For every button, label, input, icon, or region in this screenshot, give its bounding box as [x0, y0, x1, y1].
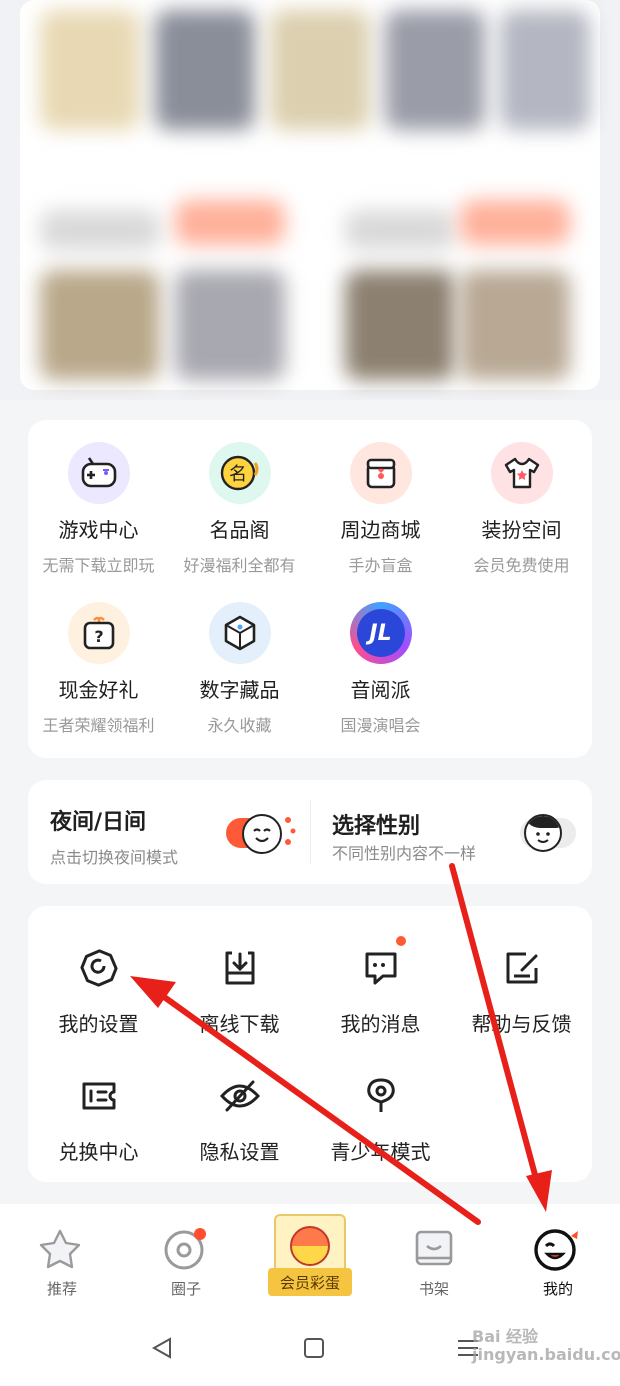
service-title: 周边商城 — [340, 518, 421, 542]
nav-circle[interactable]: 圈子 — [124, 1204, 248, 1314]
gift-box-icon — [349, 442, 412, 504]
mystery-box-icon: ? — [67, 602, 130, 664]
baidu-watermark: Bai 经验 jingyan.baidu.com — [472, 1327, 620, 1364]
service-subtitle: 会员免费使用 — [473, 556, 570, 575]
tool-title: 帮助与反馈 — [471, 1012, 572, 1036]
nav-label: 书架 — [418, 1280, 449, 1298]
svg-text:名: 名 — [229, 464, 247, 485]
service-digital-collection[interactable]: 数字藏品 永久收藏 — [169, 580, 310, 740]
night-mode-subtitle: 点击切换夜间模式 — [50, 848, 179, 867]
night-mode-toggle[interactable]: 夜间/日间 点击切换夜间模式 — [28, 780, 310, 884]
nav-label: 推荐 — [46, 1280, 77, 1298]
privacy-eye-icon — [219, 1080, 260, 1112]
nav-label: 会员彩蛋 — [279, 1274, 340, 1292]
service-subtitle: 国漫演唱会 — [340, 716, 421, 735]
service-subtitle: 手办盲盒 — [348, 556, 413, 575]
service-title: 数字藏品 — [199, 678, 280, 702]
gender-select[interactable]: 选择性别 不同性别内容不一样 — [310, 780, 592, 884]
nav-bookshelf[interactable]: 书架 — [372, 1204, 496, 1314]
nav-member-egg[interactable]: 会员彩蛋 — [248, 1204, 372, 1314]
settings-icon — [79, 949, 118, 987]
nav-mine[interactable]: 我的 — [496, 1204, 620, 1314]
boy-face-icon — [524, 814, 562, 852]
service-subtitle: 好漫福利全都有 — [183, 556, 296, 575]
game-controller-icon — [67, 442, 130, 504]
tool-title: 隐私设置 — [199, 1140, 280, 1164]
service-subtitle: 无需下载立即玩 — [42, 556, 155, 575]
youth-mode-icon — [366, 1078, 395, 1112]
service-title: 游戏中心 — [58, 518, 139, 542]
service-subtitle: 王者荣耀领福利 — [42, 716, 155, 735]
service-title: 装扮空间 — [481, 518, 562, 542]
star-icon — [39, 1229, 81, 1269]
music-party-icon: JL — [349, 602, 412, 664]
tool-help-feedback[interactable]: 帮助与反馈 — [451, 918, 592, 1046]
tool-title: 离线下载 — [199, 1012, 280, 1036]
nav-label: 圈子 — [170, 1280, 201, 1298]
bottom-navigation: 推荐 圈子 会员彩蛋 书架 我的 — [0, 1204, 620, 1314]
sun-face-icon — [242, 814, 282, 854]
service-merch-store[interactable]: 周边商城 手办盲盒 — [310, 420, 451, 580]
gender-title: 选择性别 — [332, 814, 421, 839]
tool-title: 我的消息 — [340, 1012, 421, 1036]
service-title: 现金好礼 — [58, 678, 139, 702]
service-music-party[interactable]: JL 音阅派 国漫演唱会 — [310, 580, 451, 740]
svg-text:?: ? — [94, 627, 103, 646]
gender-subtitle: 不同性别内容不一样 — [332, 844, 477, 863]
sun-rays-icon — [285, 817, 296, 845]
profile-face-icon — [534, 1229, 578, 1271]
service-dress-up[interactable]: 装扮空间 会员免费使用 — [451, 420, 592, 580]
feedback-icon — [506, 952, 537, 984]
tool-my-settings[interactable]: 我的设置 — [28, 918, 169, 1046]
service-title: 名品阁 — [209, 518, 270, 542]
service-cash-gift[interactable]: ? 现金好礼 王者荣耀领福利 — [28, 580, 169, 740]
tshirt-icon — [490, 442, 553, 504]
tool-title: 我的设置 — [58, 1012, 139, 1036]
toggles-card: 夜间/日间 点击切换夜间模式 选择性别 不同性别内容不一样 — [28, 780, 592, 884]
services-card: 游戏中心 无需下载立即玩 名 名品阁 好漫福利全都有 周边商城 手办盲盒 装扮空… — [28, 420, 592, 758]
nav-label: 我的 — [542, 1280, 573, 1298]
unread-dot — [396, 936, 406, 946]
circle-icon — [164, 1228, 206, 1270]
cube-icon — [208, 602, 271, 664]
tool-youth-mode[interactable]: 青少年模式 — [310, 1046, 451, 1174]
message-icon — [365, 952, 396, 985]
service-subtitle: 永久收藏 — [207, 716, 272, 735]
back-triangle-icon[interactable] — [150, 1336, 174, 1360]
ming-badge-icon: 名 — [208, 442, 271, 504]
exchange-ticket-icon — [82, 1082, 115, 1110]
nav-recommend[interactable]: 推荐 — [0, 1204, 124, 1314]
tool-privacy-settings[interactable]: 隐私设置 — [169, 1046, 310, 1174]
service-title: 音阅派 — [350, 678, 411, 702]
tools-card: 我的设置 离线下载 我的消息 帮助与反馈 兑换中心 隐私设置 青少年模式 — [28, 906, 592, 1182]
download-icon — [225, 951, 254, 985]
night-mode-title: 夜间/日间 — [50, 810, 147, 835]
tool-title: 兑换中心 — [58, 1140, 139, 1164]
tool-my-messages[interactable]: 我的消息 — [310, 918, 451, 1046]
home-square-icon[interactable] — [304, 1338, 324, 1358]
blurred-banner-area — [0, 0, 620, 400]
tool-title: 青少年模式 — [330, 1140, 431, 1164]
bookshelf-icon — [415, 1230, 453, 1266]
tool-exchange-center[interactable]: 兑换中心 — [28, 1046, 169, 1174]
service-game-center[interactable]: 游戏中心 无需下载立即玩 — [28, 420, 169, 580]
tool-offline-download[interactable]: 离线下载 — [169, 918, 310, 1046]
service-ming-pin-ge[interactable]: 名 名品阁 好漫福利全都有 — [169, 420, 310, 580]
system-navigation-bar: Bai 经验 jingyan.baidu.com — [0, 1314, 620, 1386]
